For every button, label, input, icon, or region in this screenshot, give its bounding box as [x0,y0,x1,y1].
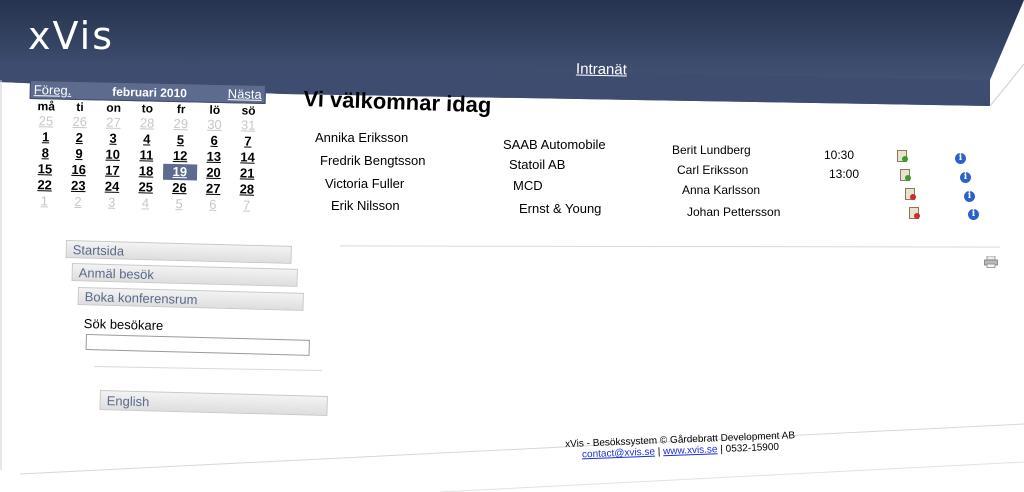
intranet-link[interactable]: Intranät [576,61,627,79]
footer: xVis - Besökssystem © Gårdebratt Develop… [540,429,821,462]
calendar-day[interactable]: 7 [231,133,265,150]
weekday-label: sö [241,103,256,118]
checked-in-icon[interactable] [900,169,911,181]
calendar-day[interactable]: 2 [62,130,96,147]
not-arrived-icon[interactable] [905,188,916,200]
calendar-day[interactable]: 20 [196,165,230,182]
menu-boka-konferensrum-button[interactable]: Boka konferensrum [77,287,304,311]
menu-startsida-button[interactable]: Startsida [65,240,292,264]
calendar-day[interactable]: 5 [162,196,196,213]
weekday-label: ti [76,99,84,115]
calendar-day[interactable]: 2 [61,194,95,211]
visit-time: 13:00 [829,167,860,181]
calendar-day[interactable]: 11 [129,147,163,164]
checked-in-icon[interactable] [897,150,908,162]
footer-phone: | 0532-15900 [717,441,780,456]
calendar-next-link[interactable]: Nästa [228,86,262,102]
calendar-grid: må ti on to fr lö sö 25 26 27 28 29 30 3… [27,99,265,214]
weekday-label: lö [209,102,221,117]
not-arrived-icon[interactable] [909,207,920,219]
calendar-month-label: februari 2010 [112,84,188,100]
calendar: Föreg. februari 2010 Nästa må ti on to f… [27,80,266,214]
weekday-label: fr [176,102,186,117]
visitor-host: Anna Karlsson [682,183,761,197]
calendar-day-selected[interactable]: 19 [162,163,197,181]
info-icon[interactable]: i [964,191,975,202]
calendar-day[interactable]: 29 [164,116,198,133]
visitor-company: Statoil AB [509,157,566,172]
logo[interactable]: xVis [28,14,114,58]
visitor-name: Erik Nilsson [331,198,400,213]
calendar-day[interactable]: 16 [62,162,96,179]
language-english-button[interactable]: English [99,390,328,416]
visitor-company: Ernst & Young [519,201,602,216]
info-icon[interactable]: i [955,153,966,164]
footer-email-link[interactable]: contact@xvis.se [582,447,655,461]
calendar-day[interactable]: 10 [96,146,130,163]
page: xVis Intranät Föreg. februari 2010 Nästa… [0,0,1024,492]
calendar-day[interactable]: 3 [95,194,129,211]
calendar-day[interactable]: 23 [61,178,95,195]
footer-site-link[interactable]: www.xvis.se [663,444,718,457]
visitor-company: SAAB Automobile [503,137,606,152]
calendar-day[interactable]: 3 [96,130,130,147]
calendar-day[interactable]: 15 [28,161,62,178]
calendar-day[interactable]: 5 [163,132,197,149]
calendar-day[interactable]: 28 [230,181,264,198]
calendar-day[interactable]: 26 [63,114,97,131]
menu-anmal-besok-button[interactable]: Anmäl besök [71,263,298,287]
visitor-host: Berit Lundberg [672,143,751,157]
calendar-day[interactable]: 27 [96,114,130,131]
search-visitor-label: Sök besökare [83,316,164,334]
calendar-day[interactable]: 30 [197,117,231,134]
weekday-label: on [106,100,122,115]
calendar-day[interactable]: 24 [95,178,129,195]
calendar-day[interactable]: 26 [162,180,196,197]
calendar-day[interactable]: 4 [130,131,164,148]
weekday-label: to [141,101,154,116]
info-icon[interactable]: i [968,209,979,220]
calendar-day[interactable]: 21 [230,165,264,182]
content-divider [339,245,1001,248]
calendar-day[interactable]: 14 [231,149,265,166]
calendar-day[interactable]: 12 [163,148,197,165]
visitor-name: Fredrik Bengtsson [320,153,426,168]
calendar-day[interactable]: 8 [28,145,62,162]
menu-divider [94,366,322,371]
calendar-day[interactable]: 1 [29,129,63,146]
calendar-day[interactable]: 31 [231,117,265,134]
calendar-day[interactable]: 28 [130,115,164,132]
search-visitor-input[interactable] [85,334,310,356]
calendar-prev-link[interactable]: Föreg. [34,82,72,98]
visitor-host: Johan Pettersson [687,205,781,219]
calendar-day[interactable]: 6 [197,133,231,150]
calendar-day[interactable]: 7 [230,197,264,214]
info-icon[interactable]: i [960,172,971,183]
visitor-name: Victoria Fuller [325,176,405,191]
calendar-day[interactable]: 22 [28,177,62,194]
calendar-day[interactable]: 6 [196,197,230,214]
page-title: Vi välkomnar idag [303,86,492,118]
calendar-day[interactable]: 13 [197,149,231,166]
calendar-day[interactable]: 27 [196,181,230,198]
visitor-host: Carl Eriksson [677,163,749,177]
calendar-day[interactable]: 9 [62,146,96,163]
calendar-day[interactable]: 4 [128,195,162,212]
visitor-company: MCD [513,178,543,193]
calendar-day[interactable]: 25 [29,113,63,130]
calendar-day[interactable]: 18 [129,163,163,180]
calendar-day[interactable]: 1 [27,193,61,210]
weekday-label: må [37,99,56,114]
calendar-day[interactable]: 25 [129,179,163,196]
visit-time: 10:30 [824,148,855,162]
calendar-day[interactable]: 17 [95,162,129,179]
visitor-name: Annika Eriksson [315,130,409,145]
printer-icon[interactable] [984,256,998,268]
